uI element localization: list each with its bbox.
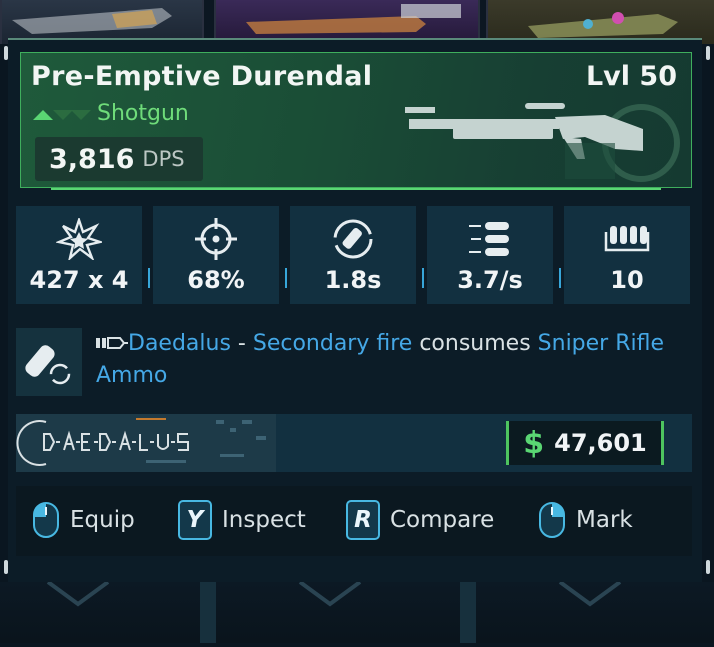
stats-row: 427 x 4 68% 1.8s 3.7/s 10 [16, 206, 692, 304]
action-bar: Equip Y Inspect R Compare Mark [16, 486, 692, 556]
stat-accuracy-value: 68% [187, 266, 245, 294]
inspect-action[interactable]: Y Inspect [178, 500, 306, 540]
mouse-right-icon [539, 502, 565, 538]
panel-edge-marker [706, 560, 710, 574]
compare-action[interactable]: R Compare [346, 500, 494, 540]
crosshair-accuracy-icon [195, 218, 237, 260]
perk-description: Daedalus - Secondary fire consumes Snipe… [96, 328, 686, 392]
mark-action[interactable]: Mark [538, 500, 633, 540]
item-tooltip-panel: Pre-Emptive Durendal Lvl 50 Shotgun 3,81… [8, 38, 702, 584]
magazine-icon [604, 226, 650, 252]
item-level: Lvl 50 [585, 61, 677, 92]
panel-edge-marker [706, 46, 710, 60]
item-name: Pre-Emptive Durendal [31, 61, 373, 92]
dps-box: 3,816 DPS [35, 137, 203, 181]
price-box: $ 47,601 [506, 421, 664, 465]
fire-rate-icon [469, 222, 509, 256]
price-value: 47,601 [554, 429, 647, 457]
manufacturer-row: $ 47,601 [16, 414, 692, 472]
stat-divider [422, 268, 424, 288]
perk-icon-box [16, 328, 82, 396]
perk-middle-text: consumes [412, 331, 538, 356]
daedalus-logo [16, 414, 276, 472]
perk-row: Daedalus - Secondary fire consumes Snipe… [16, 328, 692, 398]
rarity-chevrons-icon [33, 109, 91, 120]
stat-damage: 427 x 4 [16, 206, 142, 304]
dps-value: 3,816 [49, 143, 135, 175]
background-chevrons [46, 580, 622, 643]
equip-action[interactable]: Equip [32, 500, 135, 540]
currency-icon: $ [523, 425, 545, 461]
perk-separator: - [230, 331, 253, 356]
stat-reload: 1.8s [290, 206, 416, 304]
r-key-icon: R [346, 500, 380, 540]
item-type: Shotgun [97, 101, 189, 126]
dps-unit: DPS [142, 147, 185, 171]
perk-highlight-secondary-fire: Secondary fire [252, 331, 413, 356]
perk-manufacturer: Daedalus [128, 331, 231, 356]
ammo-swap-icon [25, 345, 71, 385]
mark-label: Mark [576, 507, 633, 533]
damage-burst-icon [56, 218, 102, 260]
stat-reload-value: 1.8s [324, 266, 382, 294]
stat-divider [559, 268, 561, 288]
stat-fire-rate-value: 3.7/s [457, 266, 523, 294]
inspect-label: Inspect [222, 507, 306, 533]
background-card-row [0, 580, 714, 643]
shotgun-silhouette-icon [405, 103, 680, 182]
reload-icon [333, 219, 373, 259]
equip-label: Equip [70, 507, 135, 533]
stat-magazine: 10 [564, 206, 690, 304]
item-rarity: Shotgun [33, 101, 189, 126]
y-key-icon: Y [178, 500, 212, 540]
manufacturer-tag-icon [96, 337, 128, 349]
stat-damage-value: 427 x 4 [29, 266, 129, 294]
compare-label: Compare [390, 507, 495, 533]
item-header: Pre-Emptive Durendal Lvl 50 Shotgun 3,81… [20, 52, 692, 190]
stat-divider [148, 268, 150, 288]
stat-accuracy: 68% [153, 206, 279, 304]
stat-magazine-value: 10 [610, 266, 644, 294]
mouse-left-icon [33, 502, 59, 538]
header-underline [51, 188, 661, 190]
stat-divider [285, 268, 287, 288]
stat-fire-rate: 3.7/s [427, 206, 553, 304]
